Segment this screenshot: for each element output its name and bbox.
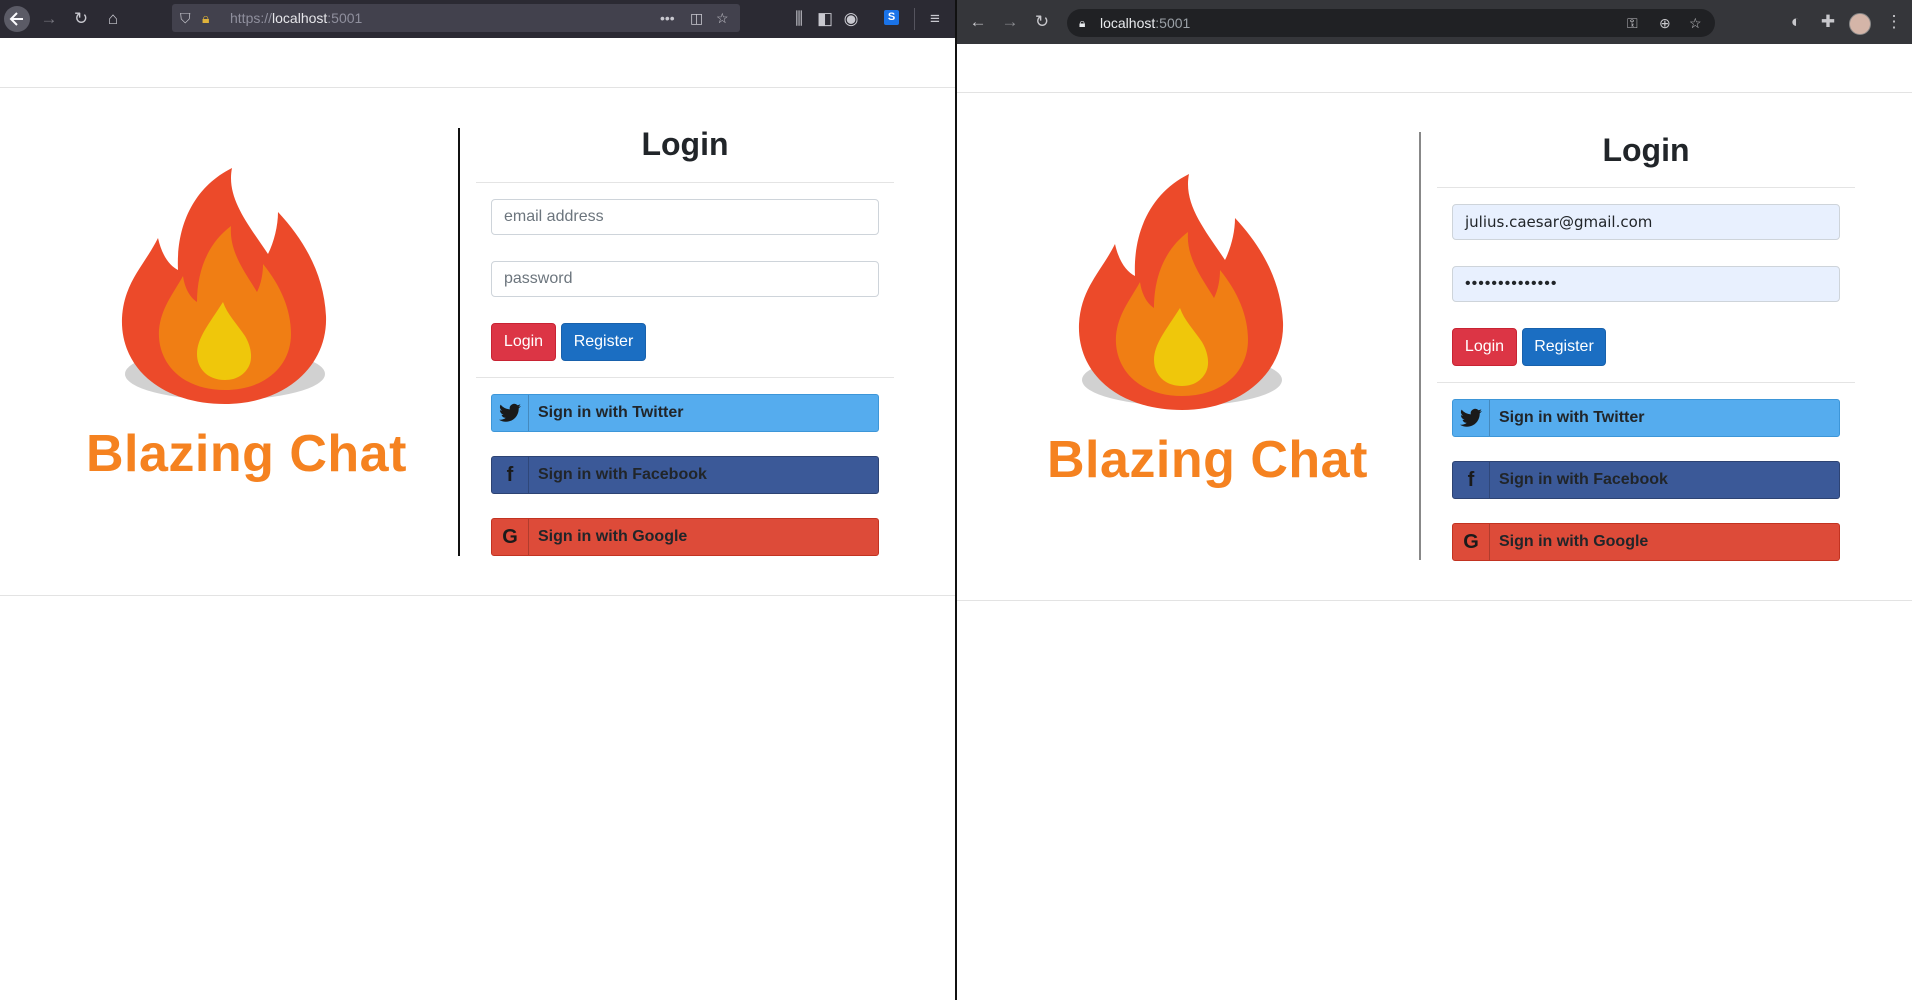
google-signin-button[interactable]: G Sign in with Google <box>491 518 879 556</box>
facebook-button-label: Sign in with Facebook <box>1499 471 1668 488</box>
kebab-menu-icon[interactable]: ⋮ <box>1881 0 1907 44</box>
url-text[interactable]: https://localhost:5001 <box>230 4 362 32</box>
address-bar[interactable]: ⛉ 🔒︎ https://localhost:5001 ••• ◫ ☆ <box>172 4 740 32</box>
back-icon[interactable] <box>4 0 30 52</box>
menu-icon[interactable]: ≡ <box>922 0 948 38</box>
login-title-separator <box>476 182 894 183</box>
home-icon[interactable]: ⌂ <box>100 0 126 38</box>
bookmark-star-icon[interactable]: ☆ <box>1689 9 1702 37</box>
facebook-signin-button[interactable]: f Sign in with Facebook <box>491 456 879 494</box>
extension-icon[interactable]: ◐ <box>1783 0 1809 44</box>
header-divider <box>0 87 955 88</box>
login-button[interactable]: Login <box>1452 328 1517 366</box>
url-text[interactable]: localhost:5001 <box>1100 9 1190 37</box>
forward-icon[interactable]: → <box>997 0 1023 44</box>
firefox-toolbar: → ↻ ⌂ ⛉ 🔒︎ https://localhost:5001 ••• ◫ … <box>0 0 955 38</box>
google-button-label: Sign in with Google <box>538 528 688 545</box>
key-icon[interactable]: ⚿ <box>1627 9 1638 37</box>
twitter-signin-button[interactable]: Sign in with Twitter <box>491 394 879 432</box>
google-icon: G <box>1453 524 1490 560</box>
toolbar-separator <box>914 8 915 30</box>
lock-icon[interactable]: 🔒︎ <box>1079 9 1085 37</box>
footer-divider <box>957 600 1912 601</box>
extension-s-icon[interactable]: S <box>884 10 899 25</box>
reload-icon[interactable]: ↻ <box>1029 0 1055 44</box>
password-input[interactable]: password <box>491 261 879 297</box>
flame-logo-icon <box>1078 174 1284 410</box>
vertical-divider <box>458 128 460 556</box>
back-icon[interactable]: ← <box>965 0 991 44</box>
puzzle-icon[interactable]: ✚ <box>1815 0 1841 44</box>
vertical-divider <box>1419 132 1421 560</box>
facebook-signin-button[interactable]: f Sign in with Facebook <box>1452 461 1840 499</box>
facebook-icon: f <box>492 457 529 493</box>
chrome-window: ← → ↻ 🔒︎ localhost:5001 ⚿ ⊕ ☆ ◐ ✚ ⋮ Blaz… <box>957 0 1912 1000</box>
login-title-separator <box>1437 187 1855 188</box>
footer-divider <box>0 595 955 596</box>
email-input[interactable]: email address <box>491 199 879 235</box>
flame-logo-icon <box>121 168 327 404</box>
facebook-icon: f <box>1453 462 1490 498</box>
register-button[interactable]: Register <box>1522 328 1606 366</box>
login-title: Login <box>1602 132 1690 168</box>
bookmark-star-icon[interactable]: ☆ <box>716 4 729 32</box>
twitter-button-label: Sign in with Twitter <box>1499 409 1645 426</box>
social-separator <box>1437 382 1855 383</box>
facebook-button-label: Sign in with Facebook <box>538 466 707 483</box>
more-icon[interactable]: ••• <box>660 4 675 32</box>
social-separator <box>476 377 894 378</box>
google-icon: G <box>492 519 529 555</box>
login-title: Login <box>641 126 729 162</box>
address-bar[interactable]: 🔒︎ localhost:5001 ⚿ ⊕ ☆ <box>1067 9 1715 37</box>
google-button-label: Sign in with Google <box>1499 533 1649 550</box>
password-input[interactable]: •••••••••••••• <box>1452 266 1840 302</box>
twitter-icon <box>492 395 529 431</box>
account-icon[interactable]: ◉ <box>838 0 864 38</box>
twitter-icon <box>1453 400 1490 436</box>
login-button[interactable]: Login <box>491 323 556 361</box>
header-divider <box>957 92 1912 93</box>
shield-icon[interactable]: ⛉ <box>180 4 191 32</box>
add-icon[interactable]: ⊕ <box>1659 9 1671 37</box>
pocket-icon[interactable]: ◫ <box>690 4 703 32</box>
register-button[interactable]: Register <box>561 323 646 361</box>
firefox-window: → ↻ ⌂ ⛉ 🔒︎ https://localhost:5001 ••• ◫ … <box>0 0 955 1000</box>
google-signin-button[interactable]: G Sign in with Google <box>1452 523 1840 561</box>
twitter-button-label: Sign in with Twitter <box>538 404 684 421</box>
avatar[interactable] <box>1849 13 1871 35</box>
library-icon[interactable]: ⫼ <box>786 0 812 38</box>
reload-icon[interactable]: ↻ <box>68 0 94 38</box>
brand-name: Blazing Chat <box>86 425 407 483</box>
twitter-signin-button[interactable]: Sign in with Twitter <box>1452 399 1840 437</box>
chrome-toolbar: ← → ↻ 🔒︎ localhost:5001 ⚿ ⊕ ☆ ◐ ✚ ⋮ <box>957 0 1912 44</box>
sidebar-icon[interactable]: ◧ <box>812 0 838 38</box>
email-input[interactable]: julius.caesar@gmail.com <box>1452 204 1840 240</box>
warning-lock-icon[interactable]: 🔒︎ <box>202 4 209 32</box>
forward-icon[interactable]: → <box>36 0 62 38</box>
brand-name: Blazing Chat <box>1047 431 1368 489</box>
